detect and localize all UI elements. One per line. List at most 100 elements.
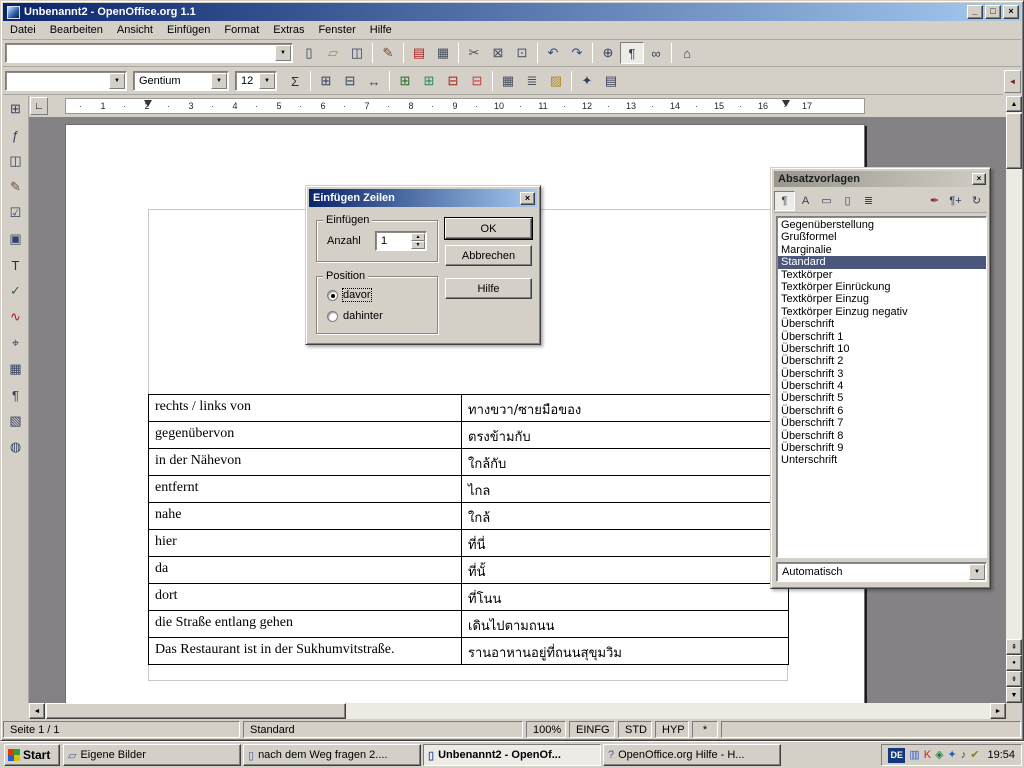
- graphics-onoff-icon[interactable]: ▧: [4, 409, 28, 433]
- dialog-title-bar[interactable]: Einfügen Zeilen ×: [309, 189, 537, 207]
- style-list-item[interactable]: Textkörper Einrückung: [778, 281, 986, 293]
- menu-item[interactable]: Format: [217, 22, 266, 39]
- merge-cells-icon[interactable]: ⊞: [314, 70, 338, 92]
- next-page-icon[interactable]: ⇟: [1006, 671, 1022, 687]
- delete-row-icon[interactable]: ⊟: [441, 70, 465, 92]
- toolbar-overflow-button[interactable]: ◄: [1004, 70, 1021, 93]
- insert-row-icon[interactable]: ⊞: [393, 70, 417, 92]
- menu-item[interactable]: Datei: [3, 22, 43, 39]
- paragraph-styles-icon[interactable]: ¶: [774, 191, 795, 211]
- status-insert-mode[interactable]: EINFG: [569, 721, 615, 738]
- style-list-item[interactable]: Überschrift 4: [778, 380, 986, 392]
- style-list-item[interactable]: Überschrift 7: [778, 417, 986, 429]
- style-list-item[interactable]: Überschrift 5: [778, 392, 986, 404]
- paragraph-style-combo[interactable]: ▼: [5, 71, 127, 91]
- maximize-button[interactable]: □: [985, 5, 1001, 19]
- redo-icon[interactable]: ↷: [565, 42, 589, 64]
- status-zoom[interactable]: 100%: [526, 721, 566, 738]
- insert-text-frame-icon[interactable]: T: [4, 253, 28, 277]
- spin-up-icon[interactable]: ▲: [411, 233, 425, 241]
- table-cell-thai[interactable]: รานอาหานอยู่ที่ถนนสุขุมวิม: [462, 638, 789, 664]
- nonprinting-characters-icon[interactable]: ¶: [4, 383, 28, 407]
- style-list[interactable]: Gegenüberstellung Grußformel Marginalie …: [776, 216, 987, 558]
- style-list-item[interactable]: Textkörper Einzug: [778, 293, 986, 305]
- table-properties-icon[interactable]: ▤: [599, 70, 623, 92]
- font-name-combo[interactable]: Gentium ▼: [133, 71, 229, 91]
- gallery-icon[interactable]: ⌂: [675, 42, 699, 64]
- messenger-tray-icon[interactable]: ✦: [948, 750, 957, 761]
- hyperlink-icon[interactable]: ∞: [644, 42, 668, 64]
- open-icon[interactable]: ▱: [321, 42, 345, 64]
- url-field[interactable]: ▼: [5, 43, 293, 63]
- insert-fields-icon[interactable]: ƒ: [4, 123, 28, 147]
- antivirus-tray-icon[interactable]: K: [924, 750, 931, 761]
- url-dropdown-arrow-icon[interactable]: ▼: [275, 45, 291, 61]
- style-list-item[interactable]: Überschrift: [778, 318, 986, 330]
- undo-icon[interactable]: ↶: [541, 42, 565, 64]
- optimize-icon[interactable]: ↔: [362, 70, 386, 92]
- style-list-item[interactable]: Textkörper: [778, 269, 986, 281]
- task-nach-dem-weg-fragen[interactable]: ▯ nach dem Weg fragen 2....: [243, 744, 421, 766]
- online-layout-icon[interactable]: ◍: [4, 435, 28, 459]
- style-list-item[interactable]: Überschrift 8: [778, 430, 986, 442]
- tab-stop-selector[interactable]: ∟: [30, 97, 48, 115]
- insert-objects-icon[interactable]: ◫: [4, 149, 28, 173]
- table-cell-thai[interactable]: เดินไปตามถนน: [462, 611, 789, 637]
- left-indent-marker[interactable]: [144, 100, 152, 107]
- scheduler-tray-icon[interactable]: ✔: [970, 750, 979, 761]
- previous-page-icon[interactable]: ⇞: [1006, 639, 1022, 655]
- task-unbenannt2-openoffice[interactable]: ▯ Unbenannt2 - OpenOf...: [423, 744, 601, 766]
- insert-icon[interactable]: ⊞: [4, 97, 28, 121]
- ok-button[interactable]: OK: [445, 218, 532, 239]
- style-list-item[interactable]: Gegenüberstellung: [778, 219, 986, 231]
- menu-item[interactable]: Hilfe: [363, 22, 399, 39]
- scroll-down-icon[interactable]: ▼: [1006, 687, 1022, 703]
- display-settings-tray-icon[interactable]: ▥: [909, 750, 919, 761]
- save-icon[interactable]: ◫: [345, 42, 369, 64]
- new-style-from-selection-icon[interactable]: ¶+: [945, 191, 966, 211]
- style-list-item[interactable]: Überschrift 3: [778, 368, 986, 380]
- stylist-icon[interactable]: ¶: [620, 42, 644, 64]
- spellcheck-icon[interactable]: ✓: [4, 279, 28, 303]
- print-icon[interactable]: ▦: [431, 42, 455, 64]
- style-list-item[interactable]: Marginalie: [778, 244, 986, 256]
- autospellcheck-icon[interactable]: ∿: [4, 305, 28, 329]
- table-cell-german[interactable]: in der Nähevon: [149, 449, 462, 475]
- style-list-item[interactable]: Überschrift 2: [778, 355, 986, 367]
- table-cell-thai[interactable]: ตรงข้ามกับ: [462, 422, 789, 448]
- table-cell-german[interactable]: entfernt: [149, 476, 462, 502]
- sum-icon[interactable]: Σ: [283, 70, 307, 92]
- menu-item[interactable]: Bearbeiten: [43, 22, 110, 39]
- table-cell-german[interactable]: dort: [149, 584, 462, 610]
- table-cell-german[interactable]: da: [149, 557, 462, 583]
- table-cell-thai[interactable]: ที่นี่: [462, 530, 789, 556]
- delete-column-icon[interactable]: ⊟: [465, 70, 489, 92]
- navigation-icon[interactable]: ●: [1006, 655, 1022, 671]
- edit-file-icon[interactable]: ✎: [376, 42, 400, 64]
- language-indicator[interactable]: DE: [888, 748, 905, 763]
- scroll-right-icon[interactable]: ►: [990, 703, 1006, 719]
- export-pdf-icon[interactable]: ▤: [407, 42, 431, 64]
- minimize-button[interactable]: _: [967, 5, 983, 19]
- autoformat-icon[interactable]: ✦: [575, 70, 599, 92]
- status-selection-mode[interactable]: STD: [618, 721, 652, 738]
- horizontal-scroll-thumb[interactable]: [46, 703, 346, 719]
- table-cell-thai[interactable]: ทางขวา/ซายมือของ: [462, 395, 789, 421]
- background-color-icon[interactable]: ▨: [544, 70, 568, 92]
- radio-before-label[interactable]: davor: [343, 289, 371, 301]
- line-style-icon[interactable]: ≣: [520, 70, 544, 92]
- cancel-button[interactable]: Abbrechen: [445, 245, 532, 266]
- scroll-left-icon[interactable]: ◄: [29, 703, 45, 719]
- dialog-close-icon[interactable]: ×: [520, 192, 535, 205]
- radio-after-label[interactable]: dahinter: [343, 310, 383, 322]
- volume-tray-icon[interactable]: ♪: [961, 750, 967, 761]
- task-eigene-bilder[interactable]: ▱ Eigene Bilder: [63, 744, 241, 766]
- paste-icon[interactable]: ⊡: [510, 42, 534, 64]
- new-document-icon[interactable]: ▯: [297, 42, 321, 64]
- autopilot-forms-icon[interactable]: ▣: [4, 227, 28, 251]
- table-cell-thai[interactable]: ใกล้: [462, 503, 789, 529]
- right-indent-marker[interactable]: [782, 100, 790, 107]
- table-cell-german[interactable]: hier: [149, 530, 462, 556]
- menu-item[interactable]: Extras: [266, 22, 311, 39]
- style-list-item[interactable]: Grußformel: [778, 231, 986, 243]
